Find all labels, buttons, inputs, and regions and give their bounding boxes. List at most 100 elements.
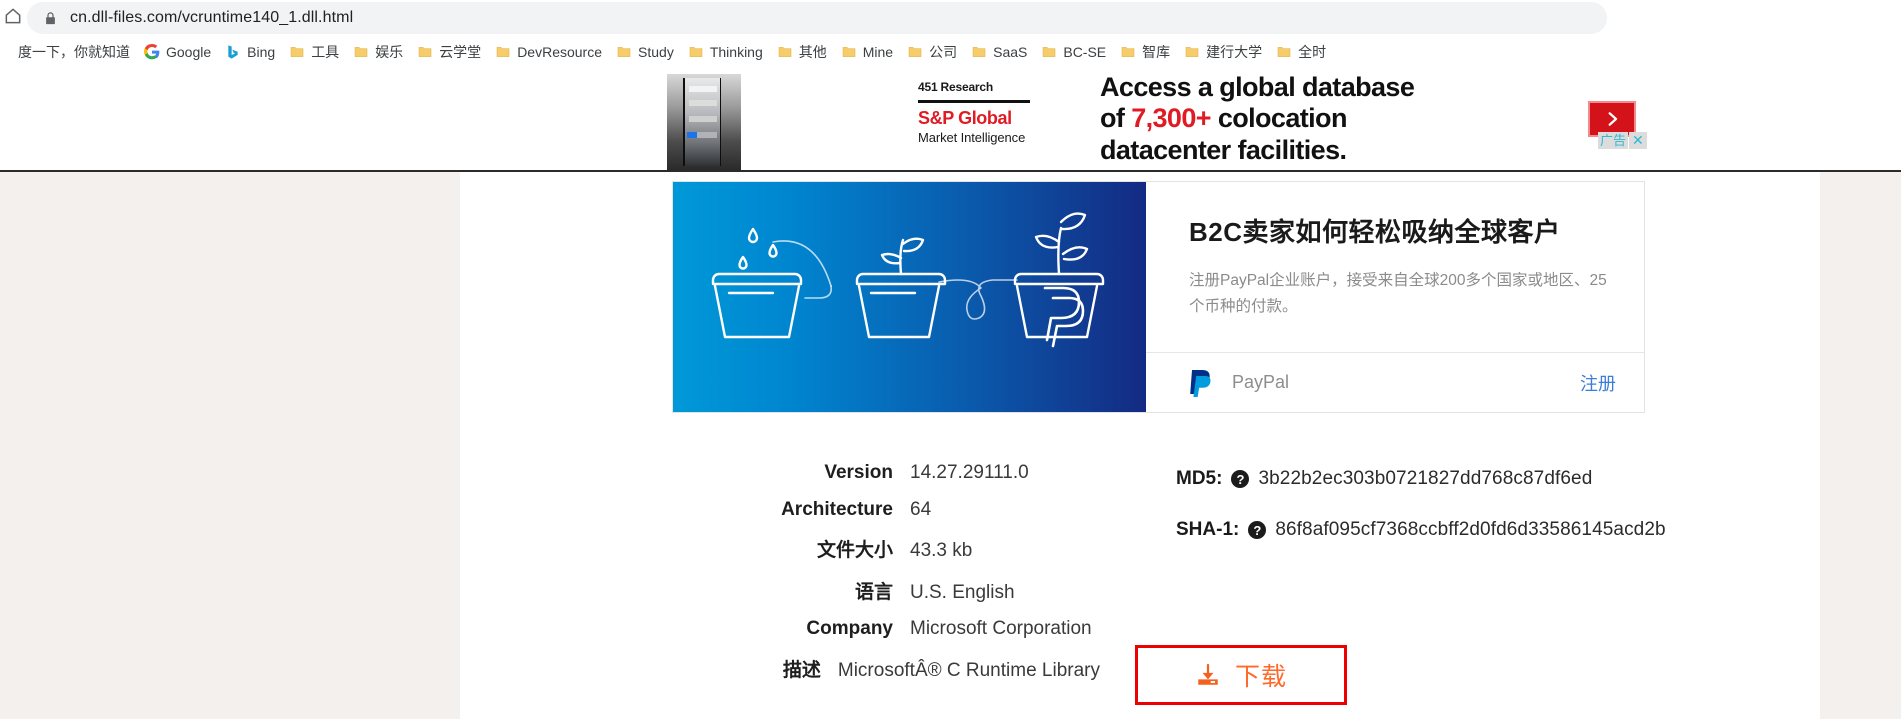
folder-icon [289,44,305,60]
bookmark-label: 工具 [311,44,340,60]
folder-icon [1120,44,1136,60]
bookmark-folder-9[interactable]: 公司 [900,40,964,64]
ad-line2-prefix: of [1100,103,1132,134]
bookmark-label: 全时 [1298,44,1327,60]
paypal-ad-footer: PayPal 注册 [1146,352,1644,412]
hash-value: 3b22b2ec303b0721827dd768c87df6ed [1258,468,1593,489]
bookmark-folder-7[interactable]: 其他 [770,40,834,64]
bookmark-folder-6[interactable]: Thinking [681,40,770,64]
url-text: cn.dll-files.com/vcruntime140_1.dll.html [70,9,354,26]
detail-row-filesize: 文件大小 43.3 kb [460,535,1100,562]
bookmark-folder-3[interactable]: 云学堂 [410,40,488,64]
folder-icon [495,44,511,60]
bookmark-folder-5[interactable]: Study [609,40,681,64]
bookmark-folder-8[interactable]: Mine [834,40,900,64]
omnibox-row: cn.dll-files.com/vcruntime140_1.dll.html [0,0,1901,38]
lock-icon [43,11,58,26]
bookmark-folder-14[interactable]: 全时 [1269,40,1333,64]
bookmark-label: SaaS [993,44,1028,60]
detail-row-version: Version 14.27.29111.0 [460,462,1100,484]
detail-value: 64 [910,498,932,520]
paypal-ad-title: B2C卖家如何轻松吸纳全球客户 [1189,217,1561,247]
content-column: B2C卖家如何轻松吸纳全球客户 注册PayPal企业账户，接受来自全球200多个… [460,172,1820,719]
ad-line2-highlight: 7,300+ [1131,103,1211,134]
bookmark-label: 公司 [929,44,958,60]
hash-key: MD5: [1176,468,1223,489]
bookmark-folder-10[interactable]: SaaS [964,40,1034,64]
hash-list: MD5: ? 3b22b2ec303b0721827dd768c87df6ed … [1176,468,1666,570]
download-icon [1195,662,1221,688]
download-button[interactable]: 下载 [1135,645,1347,705]
folder-icon [1276,44,1292,60]
detail-row-architecture: Architecture 64 [460,499,1100,521]
bookmark-folder-12[interactable]: 智库 [1113,40,1177,64]
paypal-ad-subtitle: 注册PayPal企业账户，接受来自全球200多个国家或地区、25个币种的付款。 [1189,272,1607,315]
brand-rule [918,100,1030,103]
close-icon[interactable]: ✕ [1629,132,1647,149]
ad-line2-suffix: colocation [1210,103,1348,134]
help-icon[interactable]: ? [1248,521,1267,539]
page-viewport: 451 Research S&P Global Market Intellige… [0,66,1901,719]
file-details-table: Version 14.27.29111.0 Architecture 64 文件… [460,462,1100,696]
folder-icon [688,44,704,60]
hash-row-sha1: SHA-1: ? 86f8af095cf7368ccbff2d0fd6d3358… [1176,519,1666,541]
detail-value: MicrosoftÂ® C Runtime Library [837,659,1100,681]
home-icon[interactable] [0,3,26,29]
bookmark-google[interactable]: Google [137,40,218,64]
ad-headline: Access a global database of 7,300+ coloc… [1100,72,1520,166]
paypal-illustration [673,182,1146,412]
plant-pots-illustration [711,212,1105,348]
google-icon [144,44,160,60]
detail-value: 43.3 kb [910,540,973,561]
folder-icon [777,44,793,60]
bookmark-folder-2[interactable]: 娱乐 [346,40,410,64]
folder-icon [841,44,857,60]
detail-key: 描述 [782,659,821,681]
top-ad-band: 451 Research S&P Global Market Intellige… [0,66,1901,172]
paypal-icon [1188,368,1214,398]
bookmark-label: 其他 [798,44,827,60]
bookmark-label: Mine [862,44,894,60]
detail-key: Company [806,618,893,639]
detail-row-language: 语言 U.S. English [460,577,1100,604]
folder-icon [616,44,632,60]
ad-headline-line1: Access a global database [1100,72,1415,102]
bookmark-bing[interactable]: Bing [218,40,282,64]
bookmark-label: 度一下，你就知道 [18,44,130,60]
folder-icon [353,44,369,60]
bookmark-folder-4[interactable]: DevResource [488,40,609,64]
datacenter-photo [667,74,741,170]
bookmark-folder-1[interactable]: 工具 [282,40,346,64]
bookmark-baidu[interactable]: 度一下，你就知道 [0,40,137,64]
ad-brand-sub: Market Intelligence [918,130,1026,145]
ad-brand-small: 451 Research [918,80,993,94]
folder-icon [1184,44,1200,60]
detail-row-company: Company Microsoft Corporation [460,618,1100,640]
paypal-ad-copy: B2C卖家如何轻松吸纳全球客户 注册PayPal企业账户，接受来自全球200多个… [1146,182,1644,412]
sp-global-ad[interactable]: 451 Research S&P Global Market Intellige… [660,66,1640,170]
paypal-brand-name: PayPal [1232,372,1290,392]
hash-value: 86f8af095cf7368ccbff2d0fd6d33586145acd2b [1275,519,1666,540]
browser-chrome: cn.dll-files.com/vcruntime140_1.dll.html… [0,0,1901,66]
paypal-signup-link[interactable]: 注册 [1580,370,1616,396]
bookmark-label: 娱乐 [375,44,404,60]
baidu-icon [0,44,12,60]
bookmarks-bar: 度一下，你就知道 Google Bing 工具 娱乐 云学堂 DevResour… [0,38,1901,66]
chevron-right-icon [1608,112,1617,126]
detail-key: Architecture [781,498,893,520]
address-bar[interactable]: cn.dll-files.com/vcruntime140_1.dll.html [27,2,1607,34]
detail-value: Microsoft Corporation [910,618,1092,639]
detail-key: Version [824,462,893,483]
detail-key: 文件大小 [816,540,893,561]
bookmark-label: Thinking [709,44,763,60]
bookmark-label: BC-SE [1063,44,1107,60]
paypal-ad-banner[interactable]: B2C卖家如何轻松吸纳全球客户 注册PayPal企业账户，接受来自全球200多个… [672,181,1645,413]
bookmark-folder-11[interactable]: BC-SE [1034,40,1113,64]
hash-key: SHA-1: [1176,519,1240,540]
help-icon[interactable]: ? [1231,470,1250,488]
ad-choices-marker[interactable]: 广告 ✕ [1598,132,1647,149]
download-button-inner: 下载 [1195,657,1287,693]
bookmark-folder-13[interactable]: 建行大学 [1177,40,1269,64]
ad-headline-line2: of 7,300+ colocation [1100,103,1520,134]
bookmark-label: Google [166,44,212,60]
